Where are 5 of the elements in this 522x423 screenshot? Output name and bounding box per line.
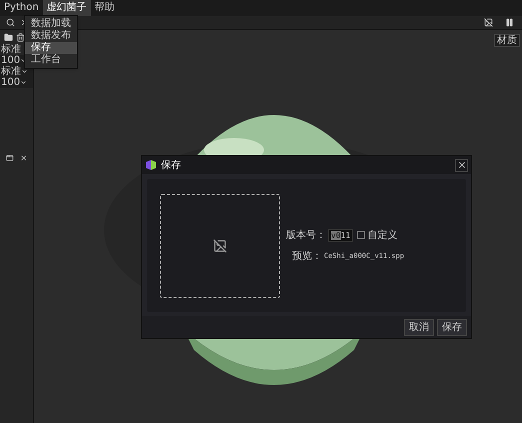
dialog-title: 保存 (161, 158, 181, 172)
preview-label: 预览： (292, 250, 322, 264)
version-label: 版本号： (286, 228, 326, 242)
panel-label: 标准 (0, 44, 22, 55)
checkbox-label: 自定义 (367, 228, 398, 242)
